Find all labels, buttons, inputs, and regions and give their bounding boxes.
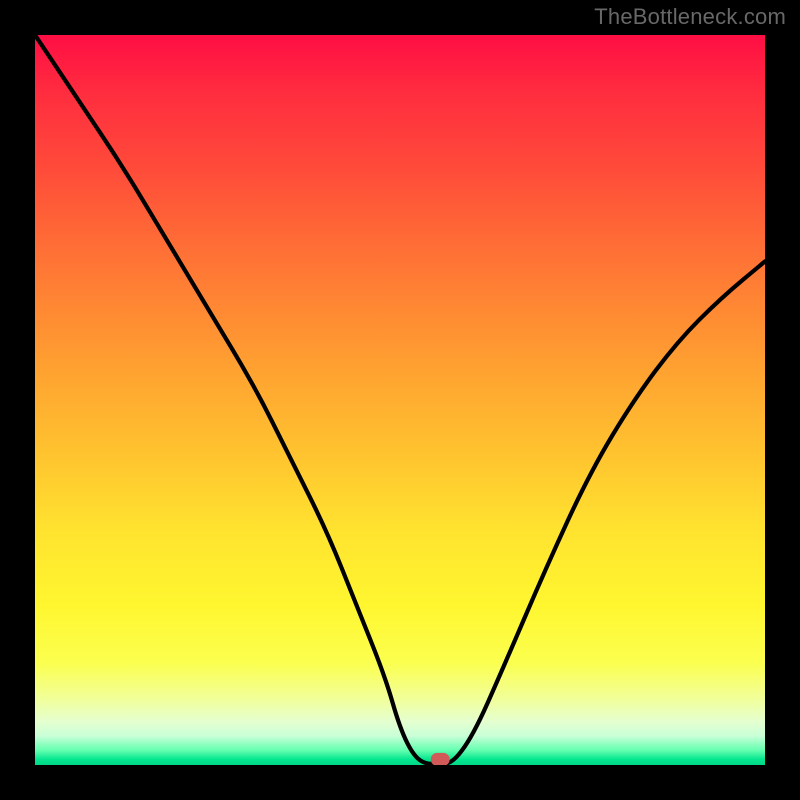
attribution-label: TheBottleneck.com (594, 4, 786, 30)
plot-area (35, 35, 765, 765)
chart-frame: TheBottleneck.com (0, 0, 800, 800)
minimum-marker (431, 753, 449, 765)
bottleneck-curve (35, 35, 765, 764)
curve-layer (35, 35, 765, 765)
